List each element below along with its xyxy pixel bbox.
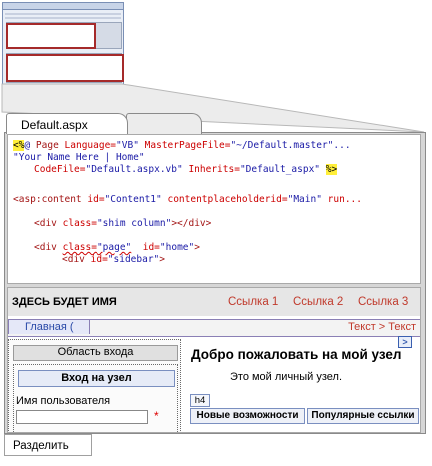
code-line-4: <asp:content id="Content1" contentplaceh… [13, 194, 362, 205]
welcome-heading: Добро пожаловать на мой узел [191, 347, 402, 362]
feature-new-heading[interactable]: Новые возможности [190, 408, 305, 424]
tab-default-aspx[interactable]: Default.aspx [6, 113, 128, 134]
code-line-5: <div class="shim column"></div> [34, 218, 212, 229]
login-area-title: Область входа [13, 345, 178, 361]
code-line-1: <%@ Page Language="VB" MasterPageFile="~… [13, 140, 351, 151]
header-link-2[interactable]: Ссылка 2 [293, 296, 343, 308]
header-link-3[interactable]: Ссылка 3 [358, 296, 408, 308]
split-view-button[interactable]: Разделить [4, 434, 92, 456]
site-name: ЗДЕСЬ БУДЕТ ИМЯ [12, 296, 117, 308]
code-line-3: CodeFile="Default.aspx.vb" Inherits="Def… [34, 164, 338, 175]
breadcrumb[interactable]: Текст > Текст [348, 321, 416, 333]
site-header: ЗДЕСЬ БУДЕТ ИМЯ Ссылка 1 Ссылка 2 Ссылка… [8, 288, 420, 316]
username-label: Имя пользователя [16, 395, 111, 407]
intro-text: Это мой личный узел. [230, 371, 342, 383]
navigation-bar: Главная ( Текст > Текст [8, 319, 420, 337]
login-box: Вход на узел Имя пользователя * [13, 364, 178, 432]
feature-popular-heading[interactable]: Популярные ссылки [307, 408, 419, 424]
required-mark: * [154, 409, 159, 423]
code-line-6: <div class="page" id="home"> [34, 242, 200, 253]
sidebar: Область входа Вход на узел Имя пользоват… [8, 339, 181, 432]
nav-home-label: Главная ( [25, 321, 74, 333]
design-view-pane[interactable]: ЗДЕСЬ БУДЕТ ИМЯ Ссылка 1 Ссылка 2 Ссылка… [7, 287, 421, 433]
login-button[interactable]: Вход на узел [18, 370, 175, 387]
element-tag-h4: h4 [190, 394, 210, 407]
window-thumbnail [2, 2, 124, 86]
code-line-2: "Your Name Here | Home" [13, 152, 145, 163]
code-line-7: <div id="sidebar"> [62, 254, 166, 265]
tab-other[interactable] [126, 113, 202, 134]
header-link-1[interactable]: Ссылка 1 [228, 296, 278, 308]
source-code-pane[interactable]: <%@ Page Language="VB" MasterPageFile="~… [7, 134, 421, 284]
tab-label: Default.aspx [21, 118, 88, 132]
nav-home-tab[interactable]: Главная ( [8, 320, 90, 334]
username-input[interactable] [16, 410, 148, 424]
